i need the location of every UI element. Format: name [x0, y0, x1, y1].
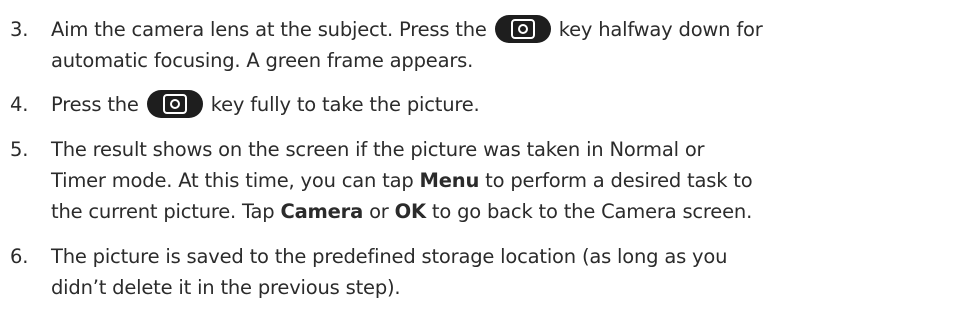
step-text: Press the key fully to take the picture.: [51, 89, 962, 120]
step-text: The result shows on the screen if the pi…: [51, 134, 962, 227]
step-3: 3. Aim the camera lens at the subject. P…: [0, 14, 962, 76]
step-number: 6.: [10, 245, 29, 268]
step-6-line-1: The picture is saved to the predefined s…: [51, 245, 728, 268]
ok-term: OK: [394, 200, 426, 223]
step-number: 4.: [10, 93, 29, 116]
step-5-text: or: [369, 200, 389, 223]
step-3-text-b: key halfway down for: [558, 18, 763, 41]
step-text: The picture is saved to the predefined s…: [51, 241, 962, 303]
step-6-line-2: didn’t delete it in the previous step).: [51, 276, 401, 299]
step-3-text-a: Aim the camera lens at the subject. Pres…: [51, 18, 487, 41]
step-3-text-c: automatic focusing. A green frame appear…: [51, 49, 474, 72]
camera-key-icon: [146, 90, 203, 118]
step-4: 4. Press the key fully to take the pictu…: [0, 89, 962, 120]
step-5-text: the current picture. Tap: [51, 200, 275, 223]
step-5: 5. The result shows on the screen if the…: [0, 134, 962, 227]
step-4-text-a: Press the: [51, 93, 139, 116]
camera-term: Camera: [280, 200, 364, 223]
step-number: 5.: [10, 138, 29, 161]
step-5-line-1: The result shows on the screen if the pi…: [51, 138, 705, 161]
menu-term: Menu: [419, 169, 480, 192]
step-text: Aim the camera lens at the subject. Pres…: [51, 14, 962, 76]
step-5-text: Timer mode. At this time, you can tap: [51, 169, 414, 192]
step-5-text: to perform a desired task to: [485, 169, 753, 192]
step-6: 6. The picture is saved to the predefine…: [0, 241, 962, 303]
step-5-text: to go back to the Camera screen.: [431, 200, 753, 223]
step-number: 3.: [10, 18, 29, 41]
camera-key-icon: [494, 15, 551, 43]
instruction-page: 3. Aim the camera lens at the subject. P…: [0, 0, 970, 326]
step-4-text-b: key fully to take the picture.: [210, 93, 480, 116]
